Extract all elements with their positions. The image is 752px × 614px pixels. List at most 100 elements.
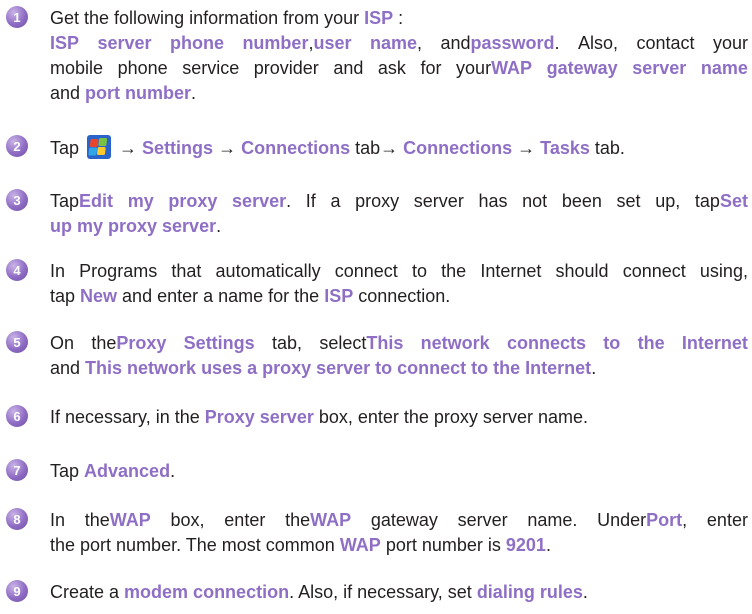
bold-term: gateway [546, 58, 618, 78]
body-text: using, [699, 261, 748, 281]
body-text: and [50, 83, 86, 103]
bold-term: connects [506, 333, 586, 353]
bold-term: This [366, 333, 404, 353]
body-text: tap [694, 191, 720, 211]
body-text: for [420, 58, 442, 78]
body-text: connect [334, 261, 398, 281]
body-text: Create a [50, 582, 125, 602]
bold-term: name [369, 33, 417, 53]
bold-term: ISP [364, 8, 394, 28]
bold-term: WAP [491, 58, 533, 78]
body-text: → [512, 138, 541, 158]
word-group: yourWAP [456, 56, 532, 81]
body-text: box, enter the proxy server name. [313, 407, 588, 427]
body-text: . [191, 83, 197, 103]
bold-term: ISP [324, 286, 354, 306]
windows-start-icon [87, 135, 112, 159]
step-number-badge: 4 [6, 259, 28, 281]
body-text: tab→ [350, 138, 404, 158]
step-line: In theWAP box, enter theWAP gateway server name… [50, 508, 748, 533]
step-line: up my proxy server. [50, 214, 748, 239]
body-text: enter [224, 510, 266, 530]
step-number-badge: 3 [6, 189, 28, 211]
word-group: number,user [242, 31, 351, 56]
body-text: your [712, 33, 748, 53]
body-text: the [285, 510, 311, 530]
body-text: connect [622, 261, 686, 281]
word-group: theProxy [91, 331, 166, 356]
body-text: , [682, 510, 688, 530]
bold-term: Connections [241, 138, 351, 158]
body-text: mobile [50, 58, 104, 78]
body-text: and [333, 58, 364, 78]
body-text: server [457, 510, 508, 530]
body-text: Tap [50, 138, 85, 158]
bold-term: server [632, 58, 687, 78]
body-text: tap [50, 286, 81, 306]
bold-term: Set [719, 191, 748, 211]
body-text: Tap [50, 461, 85, 481]
body-text: the [91, 333, 117, 353]
step-number-badge: 5 [6, 331, 28, 353]
step-text: On theProxy Settings tab, selectThis network c… [50, 331, 748, 381]
step-text: Get the following information from your … [50, 6, 748, 106]
body-text: a [330, 191, 341, 211]
bold-term: Internet [681, 333, 748, 353]
body-text: proxy [355, 191, 400, 211]
body-text: → [213, 138, 242, 158]
bold-term: to [603, 333, 621, 353]
body-text: Also, [578, 33, 619, 53]
step-line: ISP server phone number,user name, andpasswor… [50, 31, 748, 56]
step-line: TapEdit my proxy server. If a proxy server has no… [50, 189, 748, 214]
word-group: UnderPort [597, 510, 682, 530]
body-text: . Also, if necessary, set [289, 582, 477, 602]
body-text: provider [253, 58, 319, 78]
step-line: Create a modem connection. Also, if nece… [50, 580, 748, 605]
body-text: If [305, 191, 316, 211]
body-text: your [456, 58, 492, 78]
body-text: and [50, 358, 86, 378]
step-line: tap New and enter a name for the ISP con… [50, 284, 748, 309]
body-text: . [545, 535, 551, 555]
bold-term: phone [169, 33, 224, 53]
word-group: theWAP [85, 508, 151, 533]
body-text: the [441, 261, 467, 281]
step-text: In theWAP box, enter theWAP gateway server name… [50, 508, 748, 558]
body-text: . [554, 33, 560, 53]
step-line: In Programs that automatically connect to the I… [50, 259, 748, 284]
body-text: and enter a name for the [117, 286, 325, 306]
bold-term: server [97, 33, 152, 53]
body-text: . [216, 216, 222, 236]
body-text: select [319, 333, 367, 353]
bold-term: port number [85, 83, 192, 103]
word-group: server. [232, 189, 291, 214]
bold-term: up my proxy server [50, 216, 217, 236]
word-group: UnderPort, [597, 508, 687, 533]
body-text: Under [597, 510, 647, 530]
step-text: TapEdit my proxy server. If a proxy server has no… [50, 189, 748, 239]
step-line: Get the following information from your … [50, 6, 748, 31]
bold-term: New [80, 286, 118, 306]
body-text: gateway [370, 510, 438, 530]
body-text: been [561, 191, 602, 211]
body-text: In [50, 261, 66, 281]
step-line: the port number. The most common WAP por… [50, 533, 748, 558]
bold-term: modem connection [124, 582, 290, 602]
body-text: name. [527, 510, 578, 530]
step-line: If necessary, in the Proxy server box, e… [50, 405, 748, 430]
body-text: . [286, 191, 292, 211]
body-text: phone [117, 58, 168, 78]
bold-term: the [637, 333, 665, 353]
body-text: the port number. The most common [50, 535, 340, 555]
body-text: set [616, 191, 641, 211]
bold-term: Port [646, 510, 683, 530]
body-text: → [114, 138, 143, 158]
bold-term: WAP [339, 535, 381, 555]
body-text: to [411, 261, 427, 281]
body-text: Get the following information from your [50, 8, 365, 28]
bold-term: network [420, 333, 490, 353]
step-text: Tap Advanced. [50, 459, 748, 484]
body-text: tab. [589, 138, 625, 158]
bold-term: Tasks [540, 138, 590, 158]
body-text: On [50, 333, 75, 353]
